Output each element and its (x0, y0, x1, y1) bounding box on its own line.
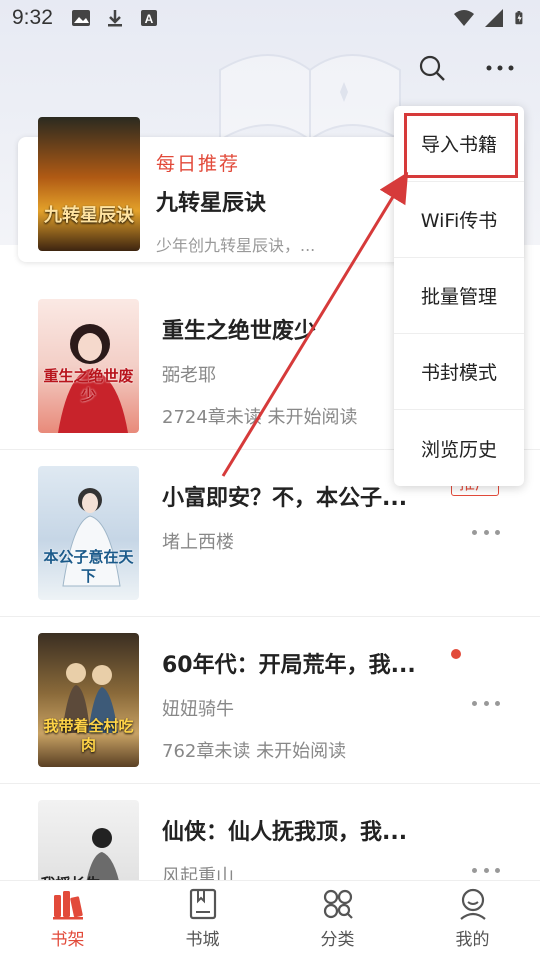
book-progress: 2724章未读 未开始阅读 (162, 407, 358, 428)
book-more-button[interactable] (472, 701, 500, 709)
book-title: 60年代：开局荒年，我... (162, 653, 416, 678)
menu-item-wifi-transfer[interactable]: WiFi传书 (394, 182, 524, 258)
book-more-button[interactable] (472, 530, 500, 538)
open-book-icon (219, 54, 401, 142)
featured-tag: 每日推荐 (156, 153, 241, 175)
cover-title: 我带着全村吃肉 (43, 717, 134, 754)
bottom-navigation: 书架 书城 分类 我的 (0, 880, 540, 960)
book-author: 妞妞骑牛 (162, 699, 234, 720)
battery-charging-icon (515, 11, 523, 25)
search-button[interactable] (416, 52, 448, 84)
status-bar: 9:32 A (0, 0, 540, 36)
cover-title: 九转星辰诀 (44, 205, 134, 226)
profile-icon (459, 888, 486, 920)
nav-label: 我的 (455, 930, 490, 950)
nav-label: 分类 (320, 930, 355, 950)
wifi-icon (454, 10, 474, 26)
nav-label: 书城 (185, 930, 220, 950)
bookstore-icon (189, 888, 216, 920)
image-icon (71, 10, 90, 26)
bookshelf-icon (52, 891, 83, 920)
book-cover: 重生之绝世废少 (38, 299, 139, 433)
book-cover: 本公子意在天下 (38, 466, 139, 600)
cover-title: 本公子意在天下 (43, 548, 134, 585)
featured-title: 九转星辰诀 (156, 191, 267, 216)
download-icon (107, 10, 122, 27)
status-time: 9:32 (12, 6, 53, 29)
book-cover: 我带着全村吃肉 (38, 633, 139, 767)
header-actions (416, 52, 516, 84)
cover-figure (58, 324, 128, 433)
featured-cover: 九转星辰诀 (38, 117, 140, 251)
menu-item-cover-mode[interactable]: 书封模式 (394, 334, 524, 410)
featured-description: 少年创九转星辰诀，... (156, 236, 316, 255)
book-author: 堵上西楼 (162, 532, 234, 553)
more-menu-button[interactable] (484, 52, 516, 84)
book-more-button[interactable] (472, 868, 500, 876)
cell-signal-icon (485, 9, 503, 27)
search-icon (419, 55, 445, 81)
more-icon (486, 65, 514, 71)
nav-tab-category[interactable]: 分类 (270, 881, 405, 960)
a-badge-icon: A (140, 10, 157, 26)
menu-item-history[interactable]: 浏览历史 (394, 410, 524, 486)
book-title: 小富即安？不，本公子... (162, 486, 408, 511)
book-progress: 762章未读 未开始阅读 (162, 741, 347, 762)
cover-title: 重生之绝世废少 (43, 367, 134, 404)
book-item[interactable]: 我带着全村吃肉 60年代：开局荒年，我... 妞妞骑牛 762章未读 未开始阅读 (0, 617, 540, 784)
book-title: 仙侠：仙人抚我顶，我... (162, 820, 408, 845)
menu-item-batch-manage[interactable]: 批量管理 (394, 258, 524, 334)
nav-tab-bookstore[interactable]: 书城 (135, 881, 270, 960)
nav-label: 书架 (50, 930, 85, 950)
nav-tab-profile[interactable]: 我的 (405, 881, 540, 960)
book-title: 重生之绝世废少 (162, 319, 317, 344)
category-icon (323, 889, 353, 919)
book-author: 弼老耶 (162, 365, 216, 386)
svg-text:A: A (145, 12, 154, 26)
update-dot (451, 649, 461, 659)
menu-item-import-books[interactable]: 导入书籍 (394, 106, 524, 182)
nav-tab-bookshelf[interactable]: 书架 (0, 881, 135, 960)
more-dropdown-menu: 导入书籍 WiFi传书 批量管理 书封模式 浏览历史 (394, 106, 524, 486)
